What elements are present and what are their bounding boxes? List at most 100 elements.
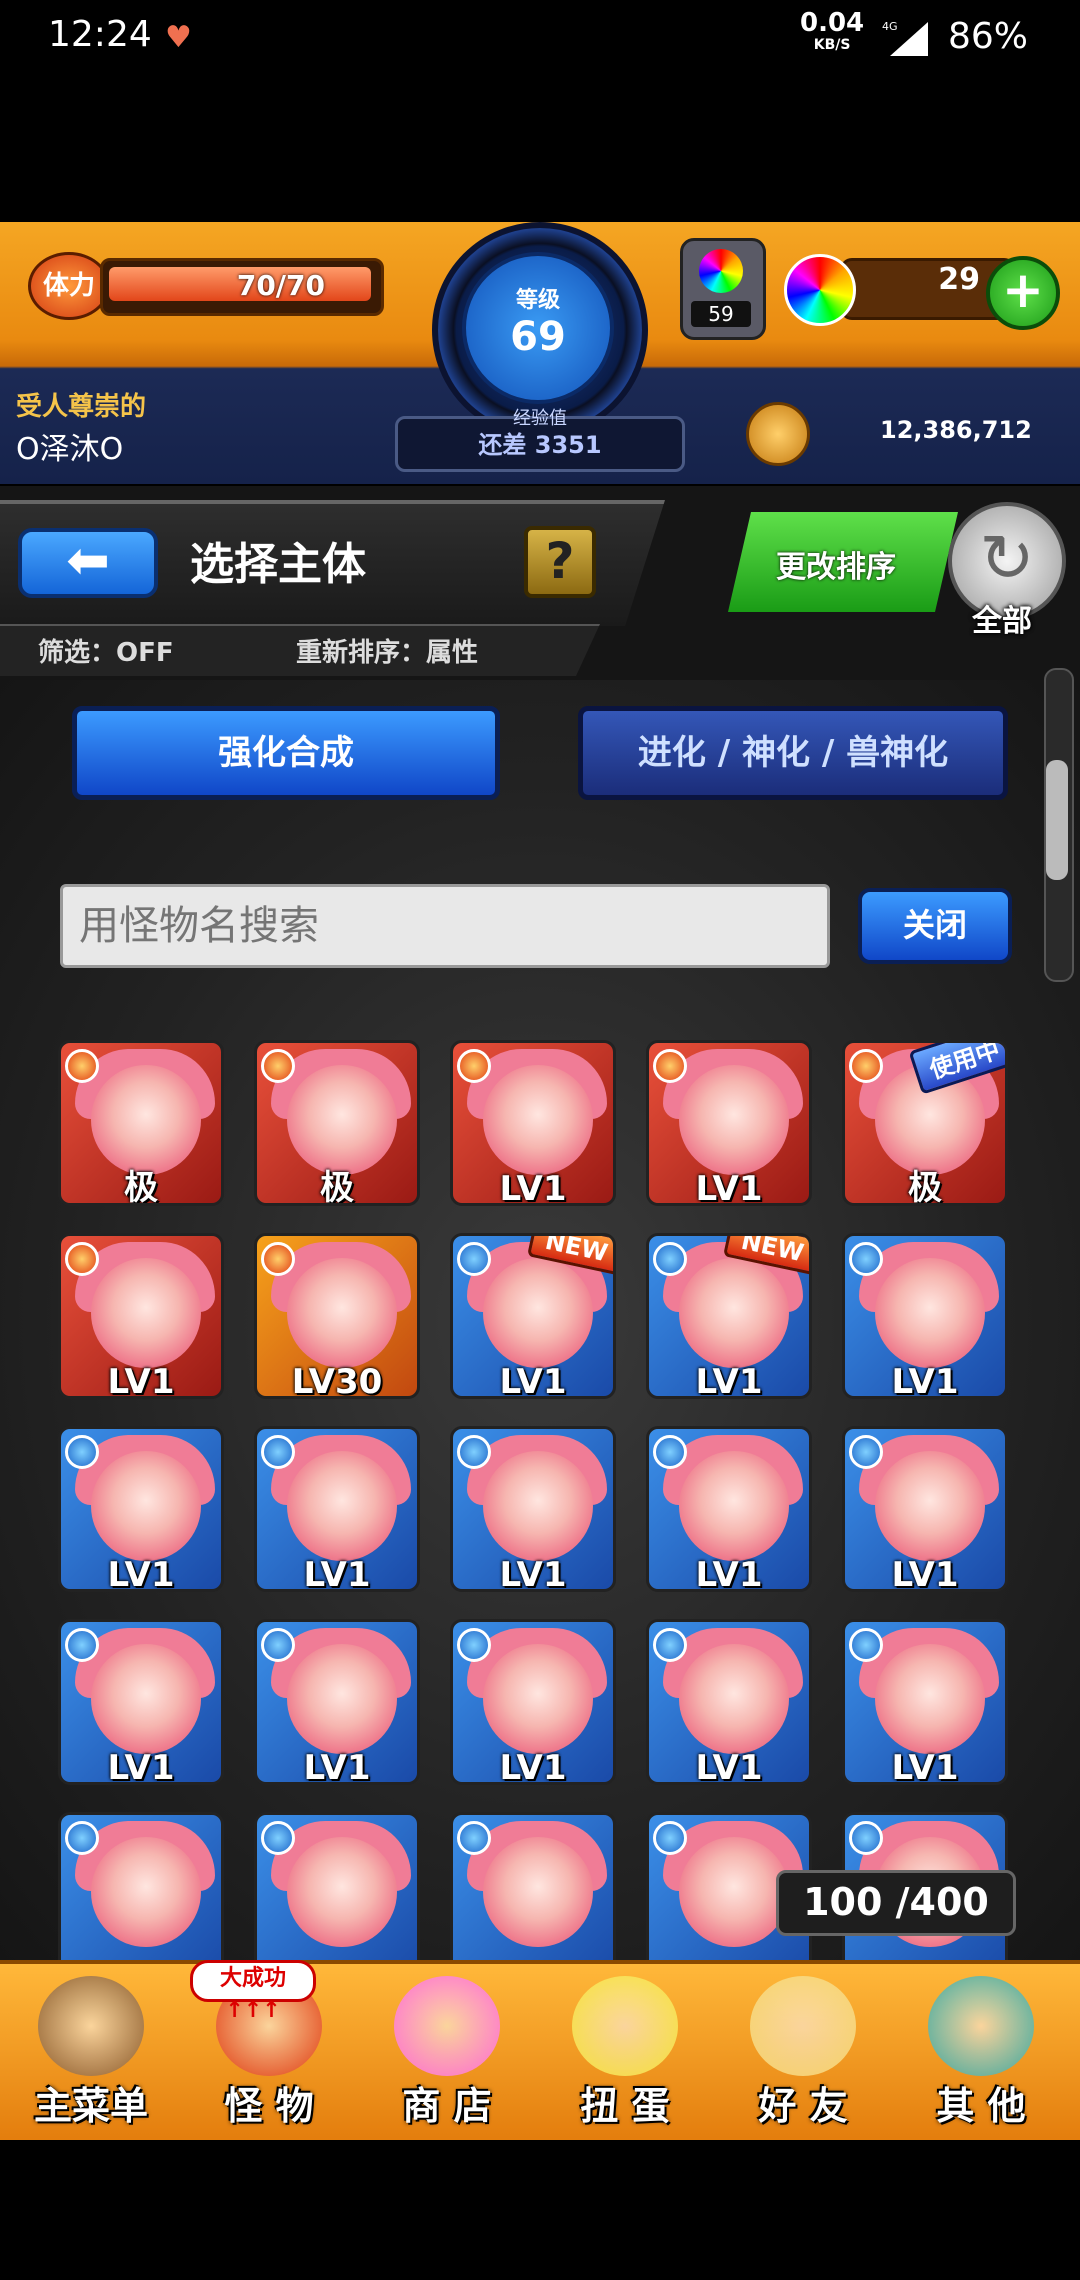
water-element-icon [261,1435,295,1469]
gold-count: 12,386,712 [880,416,1032,444]
monster-level: 极 [124,1168,158,1206]
monster-card[interactable]: LV1 [58,1619,224,1785]
water-element-icon [65,1435,99,1469]
monster-card[interactable]: LV1 [646,1040,812,1206]
monster-card[interactable]: LV1 [450,1619,616,1785]
monster-portrait [91,1258,201,1368]
tab-power-up[interactable]: 强化合成 [72,706,500,800]
monster-portrait [287,1644,397,1754]
monster-card[interactable]: LV1 [842,1426,1008,1592]
exp-remaining: 还差 3351 [478,431,602,459]
monster-portrait [679,1258,789,1368]
monster-card[interactable]: LV1 NEW [646,1233,812,1399]
monster-card[interactable]: 极 [254,1040,420,1206]
great-success-badge: 大成功↑↑↑ [190,1960,316,2023]
scrollbar-thumb[interactable] [1046,760,1068,880]
monster-portrait [679,1065,789,1175]
monster-card[interactable] [450,1812,616,1978]
nav-item-4[interactable]: 好 友 [718,1968,888,2136]
castle-icon [38,1976,144,2076]
monster-portrait [875,1258,985,1368]
monster-level: LV1 [499,1748,567,1785]
heart-icon: ♥ [165,20,192,55]
water-element-icon [849,1821,883,1855]
monster-card[interactable]: LV1 [450,1040,616,1206]
water-element-icon [65,1628,99,1662]
change-sort-label: 更改排序 [776,550,896,585]
close-search-button[interactable]: 关闭 [858,888,1012,964]
monster-card[interactable]: LV1 [842,1619,1008,1785]
monster-card[interactable]: LV30 [254,1233,420,1399]
monster-card[interactable]: LV1 [254,1426,420,1592]
water-element-icon [653,1242,687,1276]
box-count: 100 /400 [776,1870,1016,1936]
fire-element-icon [65,1242,99,1276]
monster-level: LV1 [695,1748,763,1785]
monster-level: LV1 [695,1555,763,1592]
level-badge[interactable]: 等级 69 [462,252,614,404]
monster-portrait [287,1258,397,1368]
monster-card[interactable]: LV1 [254,1619,420,1785]
monster-level: 极 [320,1168,354,1206]
monster-portrait [679,1451,789,1561]
monster-level: LV30 [291,1362,383,1399]
monster-card[interactable]: LV1 [646,1426,812,1592]
buy-orb-button[interactable]: + [986,256,1060,330]
network-type: 4G [882,20,898,33]
monster-level: LV1 [303,1555,371,1592]
monster-portrait [483,1644,593,1754]
monster-card[interactable]: 极使用中 [842,1040,1008,1206]
signal-icon: 4G [882,20,928,56]
stamina-value: 70/70 [236,269,325,302]
monster-level: LV1 [499,1169,567,1206]
monster-portrait [287,1065,397,1175]
exp-label: 经验值 [513,408,567,429]
monster-portrait [679,1644,789,1754]
resort-toggle[interactable]: 重新排序：属性 [296,632,478,669]
monster-card[interactable]: LV1 [450,1426,616,1592]
water-element-icon [65,1821,99,1855]
nav-item-label: 好 友 [758,2084,848,2128]
filter-toggle[interactable]: 筛选：OFF [38,632,174,669]
monster-card[interactable] [254,1812,420,1978]
status-time: 12:24 [48,14,152,55]
level-value: 69 [510,314,566,360]
monster-level: LV1 [891,1362,959,1399]
nav-item-0[interactable]: 主菜单 [6,1968,176,2136]
network-speed: 0.04 KB/S [800,10,864,56]
lamp-icon[interactable]: 59 [680,238,766,340]
monster-portrait [875,1644,985,1754]
monster-card[interactable]: LV1 [58,1426,224,1592]
water-element-icon [261,1821,295,1855]
water-element-icon [653,1821,687,1855]
friends-icon [750,1976,856,2076]
monster-card[interactable]: 极 [58,1040,224,1206]
battery-level: 86% [948,16,1029,57]
nav-item-label: 其 他 [936,2084,1026,2128]
water-element-icon [457,1242,491,1276]
nav-item-label: 商 店 [402,2084,492,2128]
monster-level: LV1 [499,1362,567,1399]
monster-level: LV1 [695,1169,763,1206]
monster-card[interactable]: LV1 [646,1619,812,1785]
water-element-icon [653,1435,687,1469]
monster-card[interactable] [58,1812,224,1978]
monster-card[interactable]: LV1 [842,1233,1008,1399]
monster-level: LV1 [107,1362,175,1399]
monster-level: LV1 [107,1555,175,1592]
monster-card[interactable]: LV1 NEW [450,1233,616,1399]
help-button[interactable]: ? [524,526,596,598]
monster-portrait [91,1451,201,1561]
back-button[interactable]: ⬅ [18,528,158,598]
monster-portrait [91,1837,201,1947]
monster-level: LV1 [891,1555,959,1592]
water-element-icon [849,1628,883,1662]
tab-evolution[interactable]: 进化 / 神化 / 兽神化 [578,706,1008,800]
nav-item-2[interactable]: 商 店 [362,1968,532,2136]
nav-item-5[interactable]: 其 他 [896,1968,1066,2136]
egg-icon [572,1976,678,2076]
monster-search-input[interactable] [60,884,830,968]
back-arrow-icon: ⬅ [66,531,110,591]
nav-item-3[interactable]: 扭 蛋 [540,1968,710,2136]
monster-card[interactable]: LV1 [58,1233,224,1399]
